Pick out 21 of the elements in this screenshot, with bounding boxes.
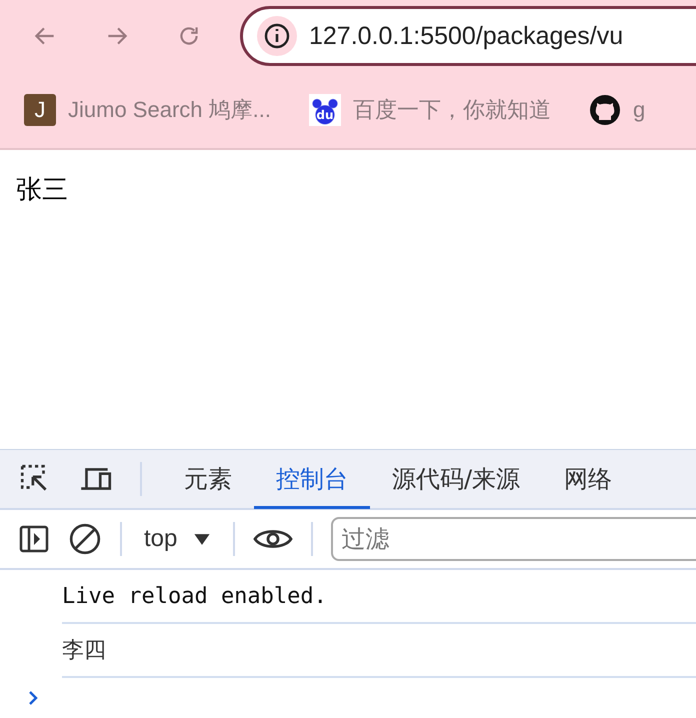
clear-icon[interactable] — [68, 522, 102, 556]
devtools-tab[interactable]: 元素 — [162, 451, 254, 509]
devtools-tab[interactable]: 源代码/来源 — [370, 451, 542, 509]
cat-icon — [588, 94, 621, 126]
console-message: Live reload enabled. — [62, 584, 327, 608]
context-dropdown[interactable]: top — [140, 525, 216, 553]
sidebar-icon[interactable] — [18, 523, 50, 555]
paw-icon: du — [308, 94, 341, 126]
address-bar[interactable]: 127.0.0.1:5500/packages/vu — [240, 6, 696, 66]
console-message: 李四 — [62, 637, 106, 665]
page-text: 张三 — [16, 175, 68, 205]
devtools-tab[interactable]: 网络 — [542, 451, 634, 509]
site-icon: J — [24, 94, 56, 126]
filter-field[interactable]: 过滤 — [331, 517, 696, 561]
devtools-tab[interactable]: 控制台 — [254, 451, 370, 509]
bookmark[interactable]: du 百度一下，你就知道 — [308, 94, 551, 126]
prompt-icon[interactable] — [28, 690, 38, 706]
caret-icon — [193, 532, 212, 546]
url-text: 127.0.0.1:5500/packages/vu — [309, 22, 624, 50]
info-icon[interactable] — [257, 16, 297, 56]
bookmark[interactable]: J Jiumo Search 鸠摩... — [24, 94, 271, 126]
